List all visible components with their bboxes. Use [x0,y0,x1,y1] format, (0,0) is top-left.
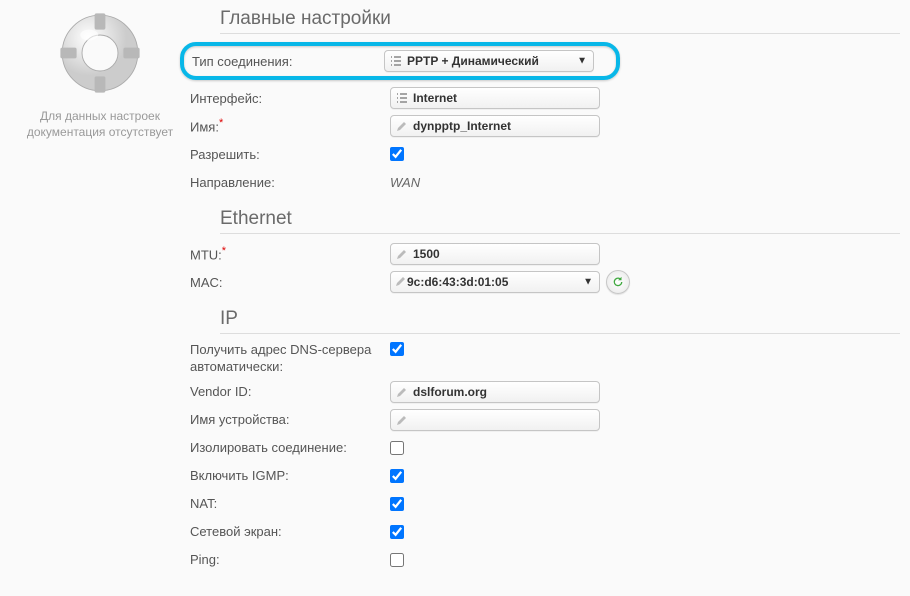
pencil-icon [395,247,409,261]
igmp-label: Включить IGMP: [190,468,390,483]
mac-label: MAC: [190,275,390,290]
firewall-checkbox[interactable] [390,525,404,539]
dns-auto-label: Получить адрес DNS-сервера автоматически… [190,342,390,376]
mac-select[interactable]: 9c:d6:43:3d:01:05 ▼ [390,271,600,293]
vendor-label: Vendor ID: [190,384,390,399]
section-main-title: Главные настройки [220,8,900,34]
nat-label: NAT: [190,496,390,511]
ping-label: Ping: [190,552,390,567]
name-input[interactable]: dynpptp_Internet [390,115,600,137]
mtu-label: MTU:* [190,245,390,262]
firewall-label: Сетевой экран: [190,524,390,539]
isolate-label: Изолировать соединение: [190,440,390,455]
pencil-icon [395,119,409,133]
direction-value: WAN [390,175,420,190]
list-icon [395,91,409,105]
chevron-down-icon: ▼ [577,56,587,67]
list-icon [389,54,403,68]
ping-checkbox[interactable] [390,553,404,567]
refresh-icon [611,275,625,289]
nat-checkbox[interactable] [390,497,404,511]
connection-type-label: Тип соединения: [192,54,384,69]
devname-input[interactable] [390,409,600,431]
section-ip-title: IP [220,308,900,334]
dns-auto-checkbox[interactable] [390,342,404,356]
devname-label: Имя устройства: [190,412,390,427]
pencil-icon [395,275,407,290]
interface-label: Интерфейс: [190,91,390,106]
pencil-icon [395,385,409,399]
help-sidebar: Для данных настроек документация отсутст… [10,8,190,586]
mac-refresh-button[interactable] [606,270,630,294]
allow-checkbox[interactable] [390,147,404,161]
direction-label: Направление: [190,175,390,190]
vendor-input[interactable]: dslforum.org [390,381,600,403]
help-text: Для данных настроек документация отсутст… [10,108,190,140]
lifering-icon [55,8,145,98]
connection-type-select[interactable]: PPTP + Динамический ▼ [384,50,594,72]
isolate-checkbox[interactable] [390,441,404,455]
section-ethernet-title: Ethernet [220,208,900,234]
mtu-input[interactable]: 1500 [390,243,600,265]
pencil-icon [395,413,409,427]
igmp-checkbox[interactable] [390,469,404,483]
connection-type-highlight: Тип соединения: PPTP + Динамический ▼ [180,42,620,80]
chevron-down-icon: ▼ [583,277,593,288]
name-label: Имя:* [190,117,390,134]
interface-select[interactable]: Internet [390,87,600,109]
allow-label: Разрешить: [190,147,390,162]
